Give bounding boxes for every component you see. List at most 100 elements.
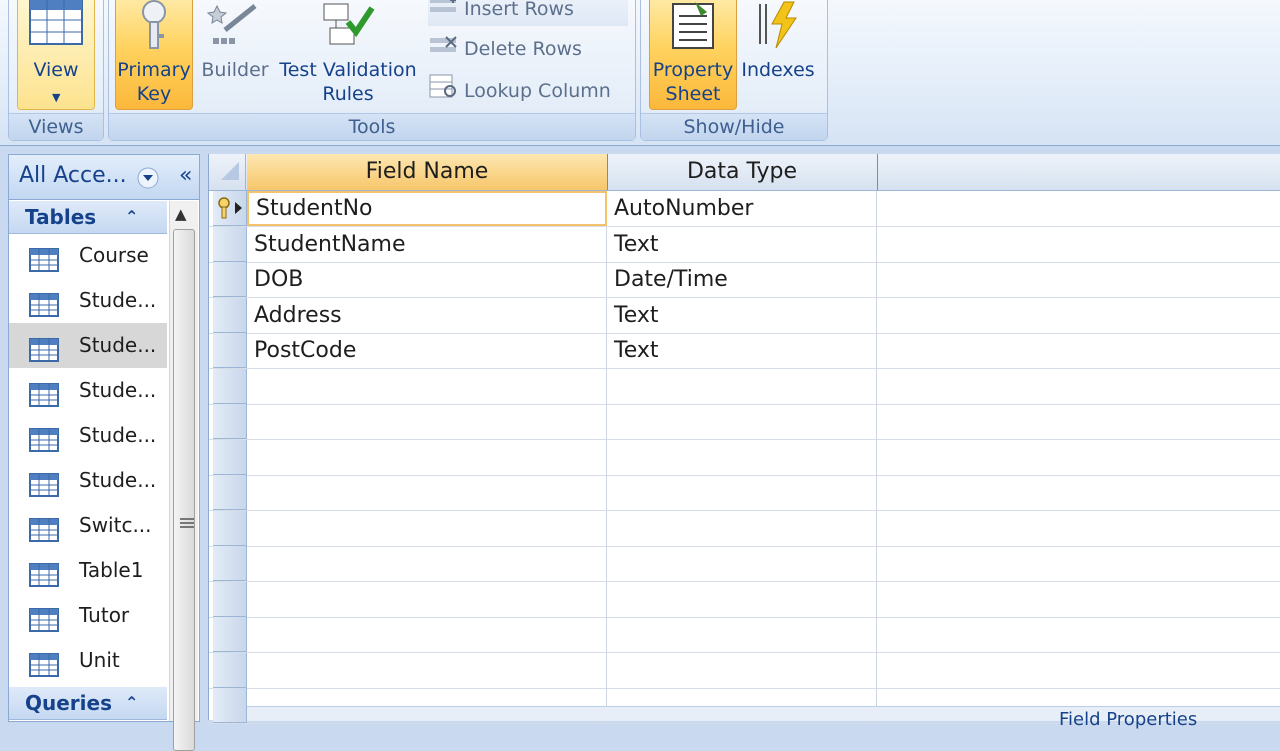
data-type-cell[interactable] bbox=[607, 652, 877, 688]
data-type-cell[interactable]: Date/Time bbox=[607, 262, 877, 297]
table-row[interactable] bbox=[209, 475, 1280, 511]
description-cell[interactable] bbox=[877, 511, 1280, 546]
row-selector[interactable] bbox=[213, 510, 247, 546]
field-name-cell[interactable] bbox=[247, 368, 607, 404]
nav-section-queries[interactable]: Queries ⌃ bbox=[9, 687, 167, 720]
indexes-button[interactable]: Indexes bbox=[739, 0, 817, 110]
description-cell[interactable] bbox=[877, 582, 1280, 617]
builder-button[interactable]: Builder bbox=[197, 0, 273, 110]
table-row[interactable] bbox=[209, 546, 1280, 582]
field-name-cell[interactable]: StudentName bbox=[247, 226, 607, 262]
scroll-thumb[interactable] bbox=[173, 229, 195, 751]
scroll-up-icon[interactable]: ▲ bbox=[175, 205, 187, 223]
view-button[interactable]: View ▼ bbox=[17, 0, 95, 110]
data-type-cell[interactable]: AutoNumber bbox=[607, 191, 877, 226]
row-selector[interactable] bbox=[213, 475, 247, 510]
nav-item-table[interactable]: Stude... bbox=[9, 413, 167, 458]
column-header-field-name[interactable]: Field Name bbox=[247, 154, 608, 190]
nav-title[interactable]: All Acce... bbox=[19, 163, 127, 188]
row-selector[interactable] bbox=[213, 688, 247, 723]
table-row[interactable]: StudentNo AutoNumber bbox=[209, 191, 1280, 227]
description-cell[interactable] bbox=[877, 653, 1280, 688]
data-type-cell[interactable]: Text bbox=[607, 333, 877, 368]
nav-item-table[interactable]: Stude... bbox=[9, 278, 167, 323]
data-type-cell[interactable] bbox=[607, 368, 877, 404]
table-row[interactable]: Address Text bbox=[209, 297, 1280, 334]
data-type-cell[interactable] bbox=[607, 546, 877, 581]
row-selector[interactable] bbox=[213, 191, 247, 226]
row-selector[interactable] bbox=[213, 226, 247, 262]
data-type-cell[interactable] bbox=[607, 475, 877, 510]
field-name-cell[interactable]: Address bbox=[247, 297, 607, 333]
select-all-corner[interactable] bbox=[213, 154, 246, 190]
test-validation-rules-button[interactable]: Test Validation Rules bbox=[275, 0, 421, 110]
description-cell[interactable] bbox=[877, 191, 1280, 226]
description-cell[interactable] bbox=[877, 546, 1280, 581]
row-selector[interactable] bbox=[213, 546, 247, 581]
field-name-cell[interactable]: PostCode bbox=[247, 333, 607, 368]
table-row[interactable] bbox=[209, 439, 1280, 476]
data-type-cell[interactable] bbox=[607, 581, 877, 617]
description-cell[interactable] bbox=[877, 227, 1280, 262]
field-name-cell[interactable] bbox=[247, 404, 607, 439]
nav-scrollbar[interactable]: ▲ bbox=[169, 201, 198, 751]
row-selector[interactable] bbox=[213, 581, 247, 617]
description-cell[interactable] bbox=[877, 617, 1280, 652]
field-name-cell[interactable] bbox=[247, 510, 607, 546]
description-cell[interactable] bbox=[877, 475, 1280, 510]
row-selector[interactable] bbox=[213, 368, 247, 404]
nav-item-table[interactable]: Stude... bbox=[9, 323, 167, 368]
data-type-cell[interactable] bbox=[607, 617, 877, 652]
data-type-cell[interactable] bbox=[607, 439, 877, 475]
nav-item-table[interactable]: Stude... bbox=[9, 368, 167, 413]
description-cell[interactable] bbox=[877, 369, 1280, 404]
table-row[interactable] bbox=[209, 404, 1280, 440]
property-sheet-button[interactable]: Property Sheet bbox=[649, 0, 737, 110]
description-cell[interactable] bbox=[877, 404, 1280, 439]
delete-rows-button[interactable]: Delete Rows bbox=[428, 32, 582, 66]
row-selector[interactable] bbox=[213, 404, 247, 439]
field-name-cell[interactable] bbox=[247, 581, 607, 617]
table-row[interactable] bbox=[209, 368, 1280, 405]
description-cell[interactable] bbox=[877, 440, 1280, 475]
field-name-cell[interactable] bbox=[247, 546, 607, 581]
table-row[interactable] bbox=[209, 652, 1280, 689]
description-cell[interactable] bbox=[877, 333, 1280, 368]
table-row[interactable]: DOB Date/Time bbox=[209, 262, 1280, 298]
nav-shutter-icon[interactable]: « bbox=[179, 163, 192, 188]
nav-item-table[interactable]: Tutor bbox=[9, 593, 167, 638]
field-name-cell[interactable] bbox=[247, 439, 607, 475]
field-name-cell[interactable]: DOB bbox=[247, 262, 607, 297]
nav-item-table[interactable]: Switc... bbox=[9, 503, 167, 548]
table-row[interactable] bbox=[209, 510, 1280, 547]
field-name-cell[interactable] bbox=[247, 475, 607, 510]
field-name-cell[interactable] bbox=[247, 652, 607, 688]
primary-key-button[interactable]: Primary Key bbox=[115, 0, 193, 110]
row-selector[interactable] bbox=[213, 333, 247, 368]
data-type-cell[interactable] bbox=[607, 404, 877, 439]
table-row[interactable] bbox=[209, 581, 1280, 618]
data-type-cell[interactable]: Text bbox=[607, 297, 877, 333]
data-type-cell[interactable] bbox=[607, 510, 877, 546]
field-name-cell[interactable]: StudentNo bbox=[247, 191, 607, 226]
nav-item-table[interactable]: Table1 bbox=[9, 548, 167, 593]
nav-section-tables[interactable]: Tables ⌃ bbox=[9, 201, 167, 234]
table-row[interactable]: PostCode Text bbox=[209, 333, 1280, 369]
row-selector[interactable] bbox=[213, 297, 247, 333]
description-cell[interactable] bbox=[877, 262, 1280, 297]
data-type-cell[interactable]: Text bbox=[607, 226, 877, 262]
insert-rows-button[interactable]: Insert Rows bbox=[428, 0, 628, 26]
table-row[interactable] bbox=[209, 617, 1280, 653]
nav-dropdown-icon[interactable] bbox=[137, 167, 159, 193]
field-name-cell[interactable] bbox=[247, 617, 607, 652]
row-selector[interactable] bbox=[213, 652, 247, 688]
row-selector[interactable] bbox=[213, 617, 247, 652]
nav-item-table[interactable]: Stude... bbox=[9, 458, 167, 503]
column-header-data-type[interactable]: Data Type bbox=[607, 154, 878, 190]
row-selector[interactable] bbox=[213, 439, 247, 475]
lookup-column-button[interactable]: Lookup Column bbox=[428, 73, 611, 107]
nav-item-table[interactable]: Unit bbox=[9, 638, 167, 683]
description-cell[interactable] bbox=[877, 298, 1280, 333]
table-row[interactable]: StudentName Text bbox=[209, 226, 1280, 263]
row-selector[interactable] bbox=[213, 262, 247, 297]
